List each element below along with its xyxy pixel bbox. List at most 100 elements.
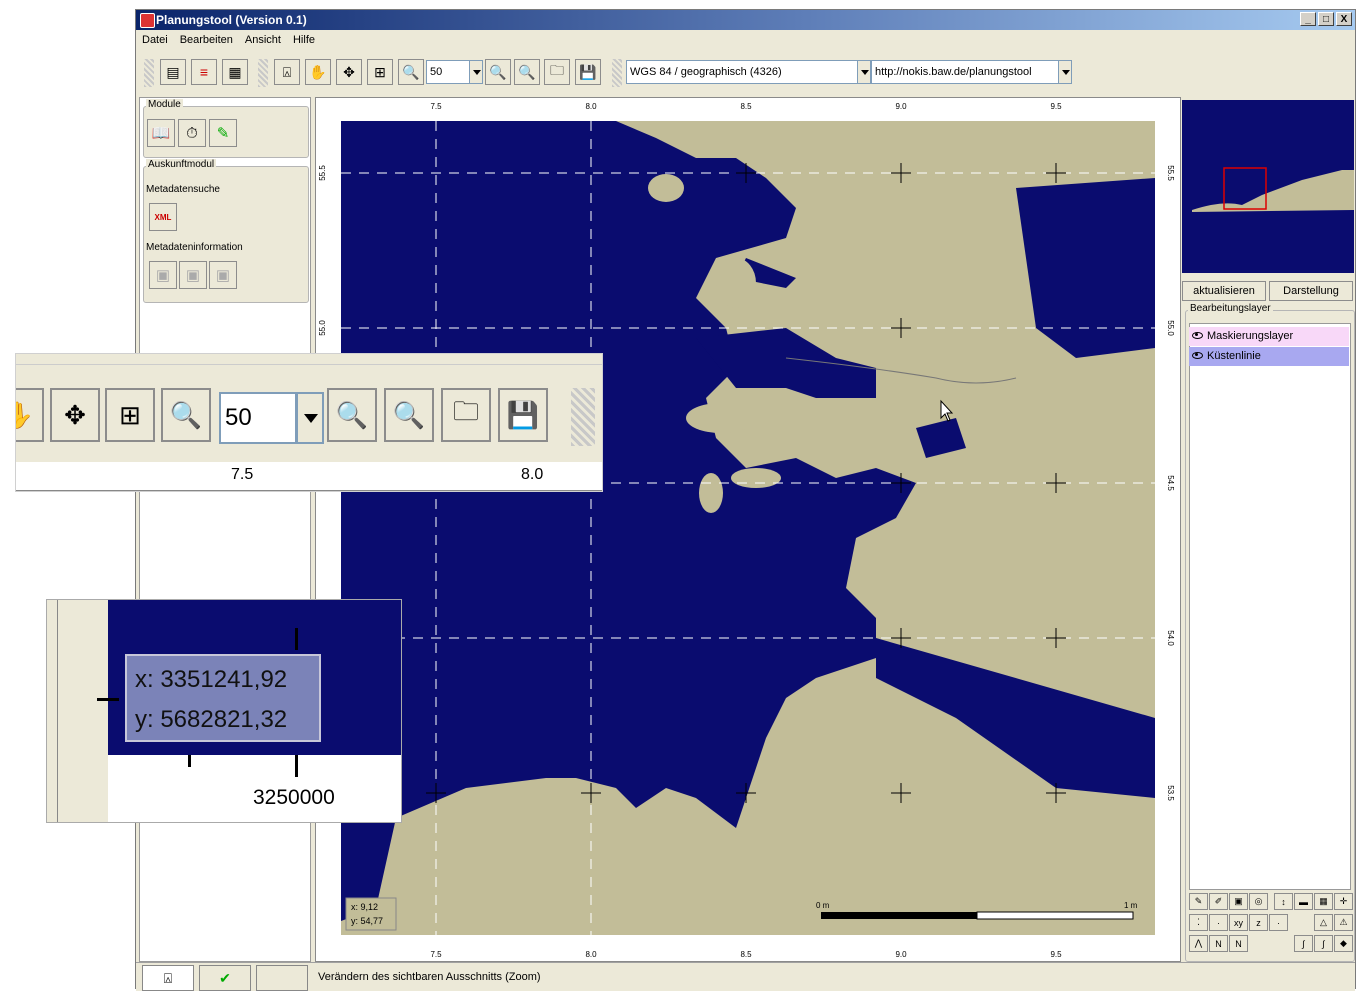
zoom-full-icon[interactable]: ✥ (50, 388, 100, 442)
zoom-out-icon[interactable]: 🔍 (327, 388, 377, 442)
move-icon[interactable]: ✛ (1334, 893, 1353, 910)
zoom-level-input[interactable]: 50 (426, 60, 470, 84)
points-icon[interactable]: ⁚ (1189, 914, 1208, 931)
line-icon[interactable]: ⋀ (1189, 935, 1208, 952)
point-icon[interactable]: · (1209, 914, 1228, 931)
triangle-excl-icon[interactable]: ⚠ (1334, 914, 1353, 931)
layer-name: Küstenlinie (1207, 350, 1261, 362)
overview-map[interactable] (1182, 100, 1354, 273)
zoom-in-icon[interactable]: 🔍 (398, 59, 424, 85)
menu-hilfe[interactable]: Hilfe (293, 34, 315, 46)
zoom-extent-icon[interactable]: ⊞ (367, 59, 393, 85)
pan-hand-icon[interactable]: ✋ (16, 388, 44, 442)
curve-icon[interactable]: ∫ (1294, 935, 1313, 952)
edit-module-icon[interactable]: ✎ (209, 119, 237, 147)
x-tick-label: 9.5 (1050, 950, 1062, 959)
toolbar-grip[interactable] (612, 59, 622, 87)
map-canvas[interactable]: 7.5 8.0 8.5 9.0 9.5 7.5 8.0 8.5 9.0 9.5 … (316, 98, 1180, 961)
x-tick-label: 7.5 (430, 102, 442, 111)
eye-icon[interactable] (1192, 332, 1203, 339)
x-tick-label: 9.0 (895, 950, 907, 959)
time-module-icon[interactable]: ⏱ (178, 119, 206, 147)
zoom-in-icon[interactable]: 🔍 (161, 388, 211, 442)
y-tick-label: 55.0 (318, 320, 327, 336)
zoom-dropdown-button[interactable] (296, 392, 324, 444)
zoom-level-input[interactable]: 50 (219, 392, 297, 444)
xy-icon[interactable]: xy (1229, 914, 1248, 931)
zoom-back-icon[interactable]: 🔍 (384, 388, 434, 442)
inset-top-edge (16, 354, 602, 365)
cursor-icon[interactable]: ↕ (1274, 893, 1293, 910)
server-dropdown-button[interactable] (1058, 60, 1072, 84)
z-icon[interactable]: z (1249, 914, 1268, 931)
island (648, 174, 684, 202)
menu-bearbeiten[interactable]: Bearbeiten (180, 34, 233, 46)
coord-x-readout: x: 3351241,92 (135, 666, 288, 693)
zoom-dropdown-button[interactable] (469, 60, 483, 84)
layers-red-icon[interactable]: ≡ (191, 59, 217, 85)
close-button[interactable]: X (1336, 12, 1352, 26)
select-tab-icon[interactable]: ⍓ (142, 965, 194, 991)
menu-ansicht[interactable]: Ansicht (245, 34, 281, 46)
eraser-icon[interactable]: ✐ (1209, 893, 1228, 910)
grid-icon[interactable]: ▦ (1314, 893, 1333, 910)
crs-select[interactable]: WGS 84 / geographisch (4326) (626, 60, 858, 84)
select-icon[interactable]: ⍓ (274, 59, 300, 85)
info-module-icon[interactable]: 📖 (147, 119, 175, 147)
title-bar: Planungstool (Version 0.1) _ □ X (136, 10, 1355, 30)
minimize-button[interactable]: _ (1300, 12, 1316, 26)
pencil-icon[interactable]: ✎ (1189, 893, 1208, 910)
dot-icon[interactable]: · (1269, 914, 1288, 931)
open-layers-icon[interactable]: ▤ (160, 59, 186, 85)
fill-icon[interactable]: ▬ (1294, 893, 1313, 910)
metadata-info-icon-1[interactable]: ▣ (149, 261, 177, 289)
maximize-button[interactable]: □ (1318, 12, 1334, 26)
modules-group: Module 📖 ⏱ ✎ (143, 99, 309, 158)
zoom-full-icon[interactable]: ✥ (336, 59, 362, 85)
ruler-strip: 7.5 8.0 (16, 462, 602, 490)
server-select[interactable]: http://nokis.baw.de/planungstool (871, 60, 1059, 84)
zoom-extent-icon[interactable]: ⊞ (105, 388, 155, 442)
x-tick-label: 9.0 (895, 102, 907, 111)
curve2-icon[interactable]: ∫ (1314, 935, 1333, 952)
refresh-button[interactable]: aktualisieren (1182, 281, 1266, 301)
check-tab-icon[interactable]: ✔ (199, 965, 251, 991)
diamond-icon[interactable]: ◆ (1334, 935, 1353, 952)
pan-hand-icon[interactable]: ✋ (305, 59, 331, 85)
layer-item-kuestenlinie[interactable]: Küstenlinie (1189, 347, 1349, 366)
ruler-tick-label: 3250000 (253, 786, 335, 809)
layers-table-icon[interactable]: ▦ (222, 59, 248, 85)
island (699, 473, 723, 513)
toolbar-grip[interactable] (258, 59, 268, 87)
save-view-icon[interactable]: 💾 (498, 388, 548, 442)
toolbar-grip[interactable] (571, 388, 595, 446)
zoom-folder-icon[interactable]: 🗀 (544, 59, 570, 85)
info-module-group: Auskunftmodul Metadatensuche XML Metadat… (143, 159, 309, 303)
status-bar: ⍓ ✔ Verändern des sichtbaren Ausschnitts… (136, 962, 1355, 991)
app-window: Planungstool (Version 0.1) _ □ X Datei B… (135, 9, 1356, 991)
triangle-icon[interactable]: △ (1314, 914, 1333, 931)
menu-datei[interactable]: Datei (142, 34, 168, 46)
toolbar-grip[interactable] (144, 59, 154, 87)
zoom-out-icon[interactable]: 🔍 (485, 59, 511, 85)
crs-dropdown-button[interactable] (857, 60, 871, 84)
metadata-info-icon-3[interactable]: ▣ (209, 261, 237, 289)
empty-tab[interactable] (256, 965, 308, 991)
scale-segment (821, 912, 899, 919)
zoom-back-icon[interactable]: 🔍 (514, 59, 540, 85)
stamp-icon[interactable]: ▣ (1229, 893, 1248, 910)
display-button[interactable]: Darstellung (1269, 281, 1353, 301)
metadata-search-label: Metadatensuche (146, 184, 220, 195)
layer-item-maskierung[interactable]: Maskierungslayer (1189, 327, 1349, 346)
metadata-info-icon-2[interactable]: ▣ (179, 261, 207, 289)
eye-icon[interactable] (1192, 352, 1203, 359)
save-view-icon[interactable]: 💾 (575, 59, 601, 85)
app-icon (140, 13, 155, 28)
polyline-icon[interactable]: N (1209, 935, 1228, 952)
circle-icon[interactable]: ◎ (1249, 893, 1268, 910)
zoom-folder-icon[interactable]: 🗀 (441, 388, 491, 442)
xml-search-icon[interactable]: XML (149, 203, 177, 231)
edit-layer-group: Bearbeitungslayer Maskierungslayer Küste… (1185, 303, 1355, 962)
polyline2-icon[interactable]: N (1229, 935, 1248, 952)
x-tick-label: 8.5 (740, 102, 752, 111)
